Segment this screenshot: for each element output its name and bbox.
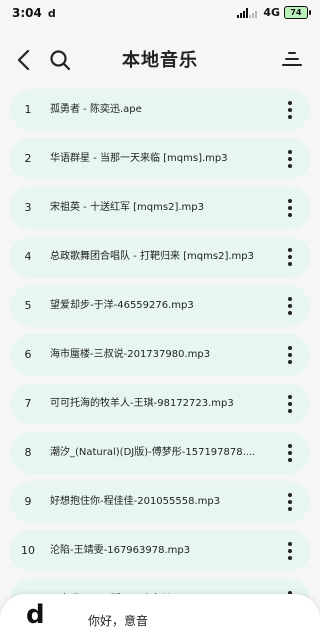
song-title: 可可托海的牧羊人-王琪-98172723.mp3	[50, 398, 234, 409]
more-options-button[interactable]	[278, 244, 302, 270]
song-title: 海市蜃楼-三叔说-201737980.mp3	[50, 349, 211, 360]
song-title: 望爱却步-于洋-46559276.mp3	[50, 300, 194, 311]
song-index: 1	[24, 103, 32, 116]
song-title: 好想抱住你-程佳佳-201055558.mp3	[50, 496, 221, 507]
more-vertical-icon	[288, 444, 292, 462]
song-index: 4	[24, 250, 32, 263]
mini-player[interactable]: d 你好，意音	[0, 594, 320, 634]
more-vertical-icon	[288, 199, 292, 217]
song-row[interactable]: 3 宋祖英 - 十送红军 [mqms2].mp3	[10, 187, 310, 229]
song-row[interactable]: 2 华语群星 - 当那一天来临 [mqms].mp3	[10, 138, 310, 180]
more-options-button[interactable]	[278, 538, 302, 564]
more-options-button[interactable]	[278, 440, 302, 466]
more-options-button[interactable]	[278, 293, 302, 319]
network-label: 4G	[263, 6, 280, 19]
song-row[interactable]: 5 望爱却步-于洋-46559276.mp3	[10, 285, 310, 327]
more-vertical-icon	[288, 150, 292, 168]
more-options-button[interactable]	[278, 146, 302, 172]
sort-button[interactable]	[278, 46, 306, 74]
song-title: 宋祖英 - 十送红军 [mqms2].mp3	[50, 202, 204, 213]
song-title: 孤勇者 - 陈奕迅.ape	[50, 104, 142, 115]
more-options-button[interactable]	[278, 195, 302, 221]
more-options-button[interactable]	[278, 391, 302, 417]
song-index: 5	[24, 299, 32, 312]
more-vertical-icon	[288, 297, 292, 315]
more-vertical-icon	[288, 493, 292, 511]
song-index: 7	[24, 397, 32, 410]
song-title: 华语群星 - 当那一天来临 [mqms].mp3	[50, 153, 228, 164]
more-vertical-icon	[288, 542, 292, 560]
song-index: 6	[24, 348, 32, 361]
song-row[interactable]: 4 总政歌舞团合唱队 - 打靶归来 [mqms2].mp3	[10, 236, 310, 278]
song-index: 3	[24, 201, 32, 214]
song-row[interactable]: 1 孤勇者 - 陈奕迅.ape	[10, 89, 310, 131]
song-list: 1 孤勇者 - 陈奕迅.ape 2 华语群星 - 当那一天来临 [mqms].m…	[10, 89, 310, 628]
more-options-button[interactable]	[278, 342, 302, 368]
more-vertical-icon	[288, 248, 292, 266]
signal-icon	[237, 7, 258, 18]
song-index: 2	[24, 152, 32, 165]
status-bar: 3:04 d 4G 74	[0, 0, 320, 28]
song-row[interactable]: 8 潮汐_(Natural)(DJ版)-傅梦彤-157197878....	[10, 432, 310, 474]
song-index: 10	[21, 544, 35, 557]
more-options-button[interactable]	[278, 97, 302, 123]
song-row[interactable]: 7 可可托海的牧羊人-王琪-98172723.mp3	[10, 383, 310, 425]
song-row[interactable]: 6 海市蜃楼-三叔说-201737980.mp3	[10, 334, 310, 376]
battery-icon: 74	[284, 6, 311, 19]
more-vertical-icon	[288, 395, 292, 413]
battery-level: 74	[290, 8, 302, 17]
more-vertical-icon	[288, 346, 292, 364]
status-time: 3:04	[12, 6, 42, 20]
page-title: 本地音乐	[122, 50, 198, 71]
song-index: 9	[24, 495, 32, 508]
song-row[interactable]: 10 沦陷-王靖雯-167963978.mp3	[10, 530, 310, 572]
now-playing-title: 你好，意音	[88, 614, 149, 628]
song-title: 总政歌舞团合唱队 - 打靶归来 [mqms2].mp3	[50, 251, 254, 262]
sort-icon	[282, 52, 302, 66]
song-title: 潮汐_(Natural)(DJ版)-傅梦彤-157197878....	[50, 447, 256, 458]
song-title: 沦陷-王靖雯-167963978.mp3	[50, 545, 191, 556]
more-vertical-icon	[288, 101, 292, 119]
more-options-button[interactable]	[278, 489, 302, 515]
song-row[interactable]: 9 好想抱住你-程佳佳-201055558.mp3	[10, 481, 310, 523]
notification-icon: d	[47, 6, 56, 20]
app-bar: 本地音乐	[0, 36, 320, 84]
song-index: 8	[24, 446, 32, 459]
